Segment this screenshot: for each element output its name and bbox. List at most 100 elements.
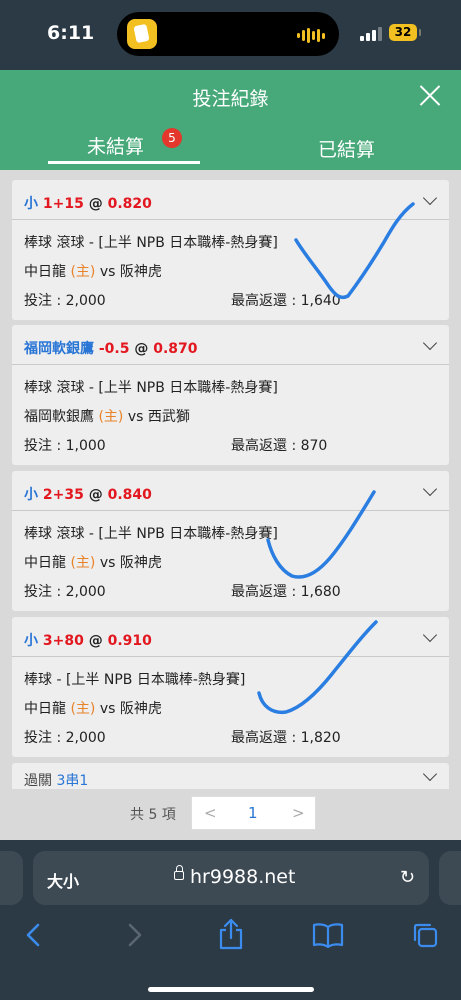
vs-text: vs bbox=[99, 701, 116, 717]
text-size-button[interactable]: 大小 bbox=[47, 868, 79, 892]
away-team: 阪神虎 bbox=[119, 701, 162, 717]
status-time: 6:11 bbox=[47, 22, 95, 44]
browser-toolbar: 大小 hr9988.net ↻ bbox=[0, 840, 461, 1000]
vs-text: vs bbox=[127, 409, 144, 425]
bet-league: 棒球 滾球 - [上半 NPB 日本職棒-熱身賽] bbox=[24, 526, 278, 542]
next-tab-pill[interactable] bbox=[439, 851, 461, 905]
bet-stake: 投注 : 2,000 bbox=[24, 730, 106, 746]
back-icon[interactable] bbox=[24, 923, 44, 947]
parlay-card[interactable]: 過關 3串1 bbox=[12, 763, 449, 789]
vs-text: vs bbox=[99, 555, 116, 571]
bet-at: @ bbox=[88, 633, 103, 649]
bet-selection: 小 bbox=[24, 633, 38, 649]
pagination: 共 5 項 < 1 > bbox=[0, 796, 461, 832]
home-team: 中日龍 bbox=[24, 555, 66, 571]
address-bar[interactable]: 大小 hr9988.net ↻ bbox=[33, 851, 429, 905]
home-tag: (主) bbox=[98, 409, 124, 425]
bet-card-header[interactable]: 小 1+15 @ 0.820 bbox=[12, 180, 449, 220]
bet-stake: 投注 : 1,000 bbox=[24, 438, 106, 454]
chevron-down-icon[interactable] bbox=[422, 481, 438, 497]
bet-card-header[interactable]: 小 3+80 @ 0.910 bbox=[12, 617, 449, 657]
bet-odds: 0.820 bbox=[107, 196, 152, 212]
home-tag: (主) bbox=[70, 264, 96, 280]
vs-text: vs bbox=[99, 264, 116, 280]
chevron-down-icon[interactable] bbox=[422, 766, 438, 782]
bet-match: 中日龍 (主) vs 阪神虎 bbox=[24, 261, 162, 281]
bet-odds: 0.870 bbox=[153, 341, 198, 357]
pager-box: < 1 > bbox=[191, 796, 316, 830]
audio-wave-icon bbox=[297, 28, 325, 43]
bet-stake: 投注 : 2,000 bbox=[24, 584, 106, 600]
bet-card-header[interactable]: 福岡軟銀鷹 -0.5 @ 0.870 bbox=[12, 325, 449, 365]
status-bar: 6:11 32 bbox=[0, 0, 461, 70]
home-indicator bbox=[148, 987, 314, 992]
bet-card-header[interactable]: 小 2+35 @ 0.840 bbox=[12, 471, 449, 511]
bet-line: 1+15 bbox=[42, 196, 84, 212]
page-header: 投注紀錄 bbox=[0, 70, 461, 122]
bet-at: @ bbox=[134, 341, 149, 357]
home-tag: (主) bbox=[70, 555, 96, 571]
bet-stake: 投注 : 2,000 bbox=[24, 293, 106, 309]
home-team: 中日龍 bbox=[24, 701, 66, 717]
bet-selection: 福岡軟銀鷹 bbox=[24, 341, 94, 357]
chevron-down-icon[interactable] bbox=[422, 335, 438, 351]
bet-selection: 小 bbox=[24, 196, 38, 212]
away-team: 阪神虎 bbox=[119, 264, 162, 280]
bet-line: -0.5 bbox=[98, 341, 130, 357]
next-page-button[interactable]: > bbox=[292, 804, 305, 822]
tab-settled[interactable]: 已結算 bbox=[318, 135, 375, 162]
home-team: 福岡軟銀鷹 bbox=[24, 409, 94, 425]
away-team: 阪神虎 bbox=[119, 555, 162, 571]
current-page[interactable]: 1 bbox=[248, 804, 258, 822]
tab-pending[interactable]: 未結算 bbox=[87, 132, 144, 159]
parlay-value: 3串1 bbox=[56, 773, 89, 789]
bet-card[interactable]: 小 1+15 @ 0.820 棒球 滾球 - [上半 NPB 日本職棒-熱身賽]… bbox=[12, 180, 449, 320]
bet-line: 2+35 bbox=[42, 487, 84, 503]
parlay-label: 過關 bbox=[24, 773, 52, 789]
bet-odds: 0.910 bbox=[107, 633, 152, 649]
share-icon[interactable] bbox=[217, 918, 245, 950]
prev-tab-pill[interactable] bbox=[0, 851, 23, 905]
bet-league: 棒球 滾球 - [上半 NPB 日本職棒-熱身賽] bbox=[24, 235, 278, 251]
pending-count-badge: 5 bbox=[162, 128, 182, 148]
app-icon bbox=[127, 19, 157, 49]
battery-icon: 32 bbox=[389, 24, 421, 41]
bet-league: 棒球 滾球 - [上半 NPB 日本職棒-熱身賽] bbox=[24, 380, 278, 396]
tab-bar: 未結算 5 已結算 bbox=[0, 122, 461, 170]
bet-card[interactable]: 小 3+80 @ 0.910 棒球 - [上半 NPB 日本職棒-熱身賽] 中日… bbox=[12, 617, 449, 757]
bet-match: 福岡軟銀鷹 (主) vs 西武獅 bbox=[24, 406, 190, 426]
home-tag: (主) bbox=[70, 701, 96, 717]
forward-icon[interactable] bbox=[124, 923, 144, 947]
tab-active-underline bbox=[48, 161, 200, 164]
page-title: 投注紀錄 bbox=[192, 88, 269, 110]
away-team: 西武獅 bbox=[147, 409, 190, 425]
parlay-row: 過關 3串1 bbox=[24, 770, 88, 790]
prev-page-button[interactable]: < bbox=[204, 804, 217, 822]
bet-line: 3+80 bbox=[42, 633, 84, 649]
lock-icon bbox=[174, 865, 184, 880]
bet-selection: 小 bbox=[24, 487, 38, 503]
chevron-down-icon[interactable] bbox=[422, 627, 438, 643]
bet-at: @ bbox=[88, 196, 103, 212]
bet-card-body: 棒球 滾球 - [上半 NPB 日本職棒-熱身賽] 中日龍 (主) vs 阪神虎… bbox=[12, 511, 449, 611]
bet-card[interactable]: 小 2+35 @ 0.840 棒球 滾球 - [上半 NPB 日本職棒-熱身賽]… bbox=[12, 471, 449, 611]
bet-at: @ bbox=[88, 487, 103, 503]
bet-odds: 0.840 bbox=[107, 487, 152, 503]
bookmarks-icon[interactable] bbox=[312, 922, 344, 948]
chevron-down-icon[interactable] bbox=[422, 190, 438, 206]
bet-max-return: 最高返還 : 1,680 bbox=[231, 584, 341, 600]
url-text[interactable]: hr9988.net bbox=[190, 866, 295, 888]
bet-list: 小 1+15 @ 0.820 棒球 滾球 - [上半 NPB 日本職棒-熱身賽]… bbox=[0, 170, 461, 840]
bet-match: 中日龍 (主) vs 阪神虎 bbox=[24, 552, 162, 572]
reload-icon[interactable]: ↻ bbox=[400, 867, 415, 888]
bet-match: 中日龍 (主) vs 阪神虎 bbox=[24, 698, 162, 718]
bet-card-body: 棒球 - [上半 NPB 日本職棒-熱身賽] 中日龍 (主) vs 阪神虎 投注… bbox=[12, 657, 449, 757]
close-icon[interactable] bbox=[417, 82, 443, 108]
total-count: 共 5 項 bbox=[130, 807, 176, 823]
tabs-icon[interactable] bbox=[411, 921, 439, 949]
bet-card[interactable]: 福岡軟銀鷹 -0.5 @ 0.870 棒球 滾球 - [上半 NPB 日本職棒-… bbox=[12, 325, 449, 465]
signal-icon bbox=[360, 27, 382, 41]
bet-card-body: 棒球 滾球 - [上半 NPB 日本職棒-熱身賽] 福岡軟銀鷹 (主) vs 西… bbox=[12, 365, 449, 465]
home-team: 中日龍 bbox=[24, 264, 66, 280]
bet-max-return: 最高返還 : 870 bbox=[231, 438, 328, 454]
